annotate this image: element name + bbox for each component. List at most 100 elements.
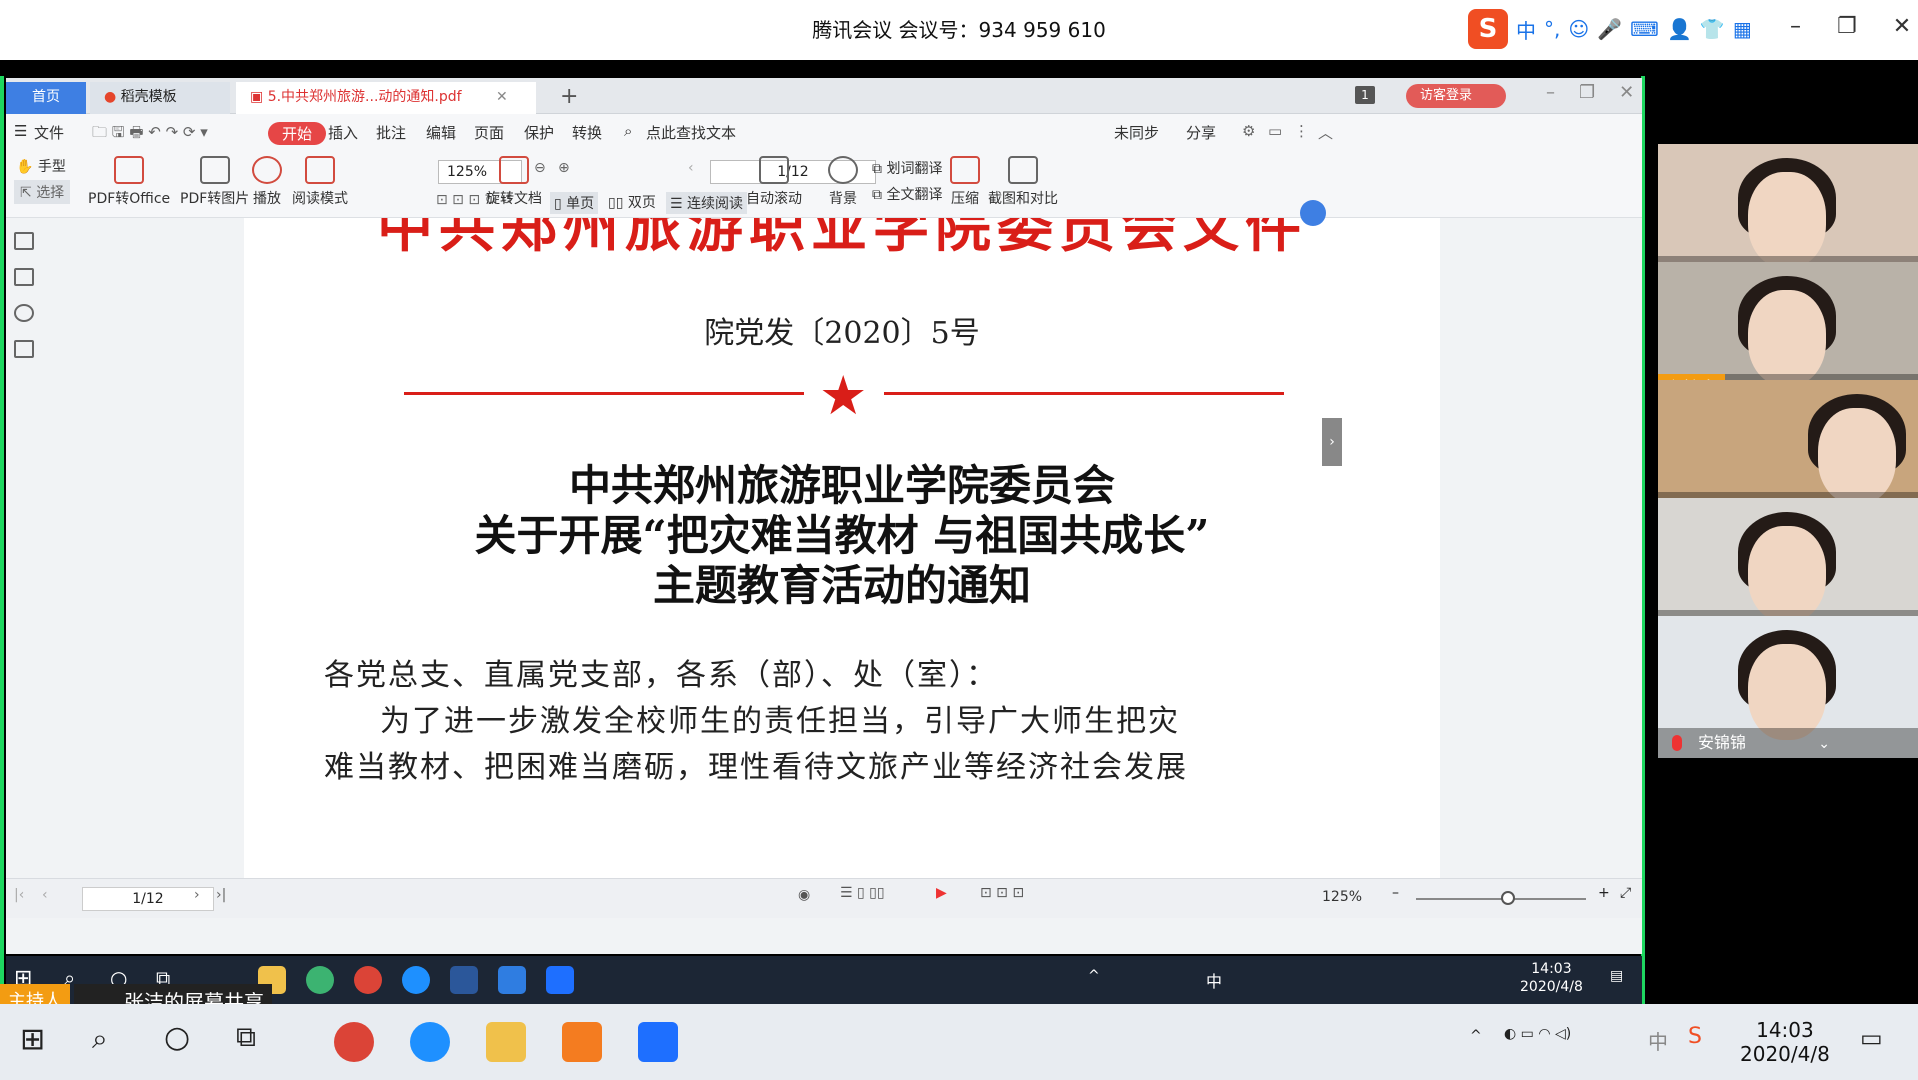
visitor-login-button[interactable]: 访客登录 [1406,84,1507,108]
wps-restore-button[interactable]: ❐ [1579,82,1595,103]
chrome-icon[interactable] [354,966,382,994]
zoom-plus-icon[interactable]: + [1598,885,1610,901]
float-tool-icon[interactable] [1300,200,1326,226]
share-button[interactable]: 分享 [1186,122,1216,143]
signature-icon[interactable] [14,340,34,358]
keyboard-icon[interactable]: ⌨ [1630,17,1659,41]
menu-start[interactable]: 开始 [268,122,327,145]
tray-chevron-icon[interactable]: ^ [1088,968,1100,984]
wps-minimize-button[interactable]: – [1546,82,1555,103]
chevron-down-icon[interactable]: ⌄ [1818,736,1830,752]
full-translate-button[interactable]: ⧉ 全文翻译 [872,184,942,204]
read-mode-button[interactable]: 阅读模式 [292,156,348,208]
menu-page[interactable]: 页面 [474,122,504,143]
task-view-icon[interactable]: ⧉ [236,1020,256,1054]
grid-icon[interactable]: ▦ [1733,17,1752,41]
find-text-button[interactable]: 点此查找文本 [646,122,736,143]
search-icon[interactable]: ⌕ [624,122,632,140]
double-page-button[interactable]: ▯▯ 双页 [608,192,656,212]
remote-clock[interactable]: 14:03 2020/4/8 [1520,960,1583,996]
zoom-minus-icon[interactable]: – [1392,885,1399,901]
tab-docer-templates[interactable]: ● 稻壳模板 [90,82,230,114]
screenshot-compare-button[interactable]: 截图和对比 [988,156,1058,208]
play-icon-red[interactable]: ▶ [936,885,947,901]
select-tool[interactable]: ⇱ 选择 [14,180,71,204]
cortana-icon[interactable]: ○ [164,1020,190,1055]
thumbnail-icon[interactable] [14,268,34,286]
word-translate-button[interactable]: ⧉ 划词翻译 [872,158,942,178]
tray-chevron-icon[interactable]: ^ [1470,1028,1482,1044]
tencent-meeting-icon[interactable] [546,966,574,994]
prev-page-icon[interactable]: ‹ [688,160,694,176]
browser-icon[interactable] [306,966,334,994]
zoom-slider-knob[interactable] [1501,891,1515,905]
first-page-icon[interactable]: |‹ [14,887,24,903]
continuous-read-button[interactable]: ☰ 连续阅读 [666,192,748,214]
ie-icon[interactable] [410,1022,450,1062]
notification-icon[interactable]: ▤ [1610,968,1623,984]
smile-icon[interactable]: ☺ [1568,17,1589,41]
menu-edit[interactable]: 编辑 [426,122,456,143]
pdf-to-image-button[interactable]: PDF转图片 [180,156,249,208]
tab-close-icon[interactable]: ✕ [496,89,508,105]
annotation-icon[interactable] [14,304,34,322]
prev-page-button[interactable]: ‹ [42,887,48,903]
tray-lang[interactable]: 中 [1648,1026,1668,1055]
more-icon[interactable]: ⋮ [1294,122,1309,140]
restore-button[interactable]: ❐ [1837,14,1857,39]
hand-tool[interactable]: ✋ 手型 [16,156,66,176]
tab-home[interactable]: 首页 [6,82,86,114]
sogou-logo-icon[interactable]: S [1468,9,1508,49]
fullscreen-icon[interactable]: ⤢ [1620,885,1631,901]
participant-tile[interactable]: 安锦锦 ⌄ [1658,616,1918,758]
file-explorer-icon[interactable] [486,1022,526,1062]
status-zoom[interactable]: 125% [1322,889,1362,905]
close-button[interactable]: ✕ [1893,14,1911,39]
windows-start-icon[interactable]: ⊞ [20,1022,45,1057]
sync-status[interactable]: 未同步 [1114,122,1159,143]
auto-scroll-button[interactable]: 自动滚动 [746,156,802,208]
wps-writer-icon[interactable] [498,966,526,994]
system-clock[interactable]: 14:03 2020/4/8 [1740,1018,1830,1066]
user-icon[interactable]: 👤 [1667,17,1692,41]
last-page-icon[interactable]: ›| [216,887,226,903]
comment-icon[interactable]: ▭ [1268,122,1282,140]
fit-icons[interactable]: ⊡ ⊡ ⊡ [980,885,1024,901]
action-center-icon[interactable]: ▭ [1860,1024,1883,1052]
shirt-icon[interactable]: 👕 [1700,17,1725,41]
expand-panel-icon[interactable]: › [1322,418,1342,466]
tab-pdf-document[interactable]: ▣ 5.中共郑州旅游...动的通知.pdf ✕ [236,82,536,114]
zoom-in-icon[interactable]: ⊕ [558,160,570,176]
window-count-badge[interactable]: 1 [1355,86,1375,104]
outline-icon[interactable] [14,232,34,250]
next-page-button[interactable]: › [194,887,200,903]
wps-close-button[interactable]: ✕ [1619,82,1634,103]
tray-icons[interactable]: ◐ ▭ ◠ ◁) [1504,1026,1571,1042]
search-icon[interactable]: ⌕ [92,1022,108,1056]
mic-icon[interactable]: 🎤 [1597,17,1622,41]
menu-insert[interactable]: 插入 [328,122,358,143]
edge-icon[interactable] [402,966,430,994]
single-page-button[interactable]: ▯ 单页 [550,192,599,214]
wps-pdf-icon[interactable] [562,1022,602,1062]
menu-icon[interactable]: ☰ [14,122,27,140]
menu-convert[interactable]: 转换 [572,122,602,143]
ime-toolbar[interactable]: S 中 °, ☺ 🎤 ⌨ 👤 👕 ▦ [1468,8,1752,50]
collapse-ribbon-icon[interactable]: ︿ [1318,122,1333,143]
tencent-meeting-icon[interactable] [638,1022,678,1062]
settings-icon[interactable]: ⚙ [1242,122,1255,140]
new-tab-button[interactable]: + [546,82,592,114]
menu-protect[interactable]: 保护 [524,122,554,143]
quick-access-icons[interactable]: 🗀 🖫 🖶 ↶ ↷ ⟳ ▾ [92,122,208,147]
play-button[interactable]: 播放 [252,156,282,208]
chrome-icon[interactable] [334,1022,374,1062]
background-button[interactable]: 背景 [828,156,858,208]
pdf-to-office-button[interactable]: PDF转Office [88,156,170,208]
remote-tray-lang[interactable]: 中 [1206,968,1222,992]
compress-button[interactable]: 压缩 [950,156,980,208]
ime-lang-indicator[interactable]: 中 [1516,15,1536,44]
word-icon[interactable] [450,966,478,994]
menu-comment[interactable]: 批注 [376,122,406,143]
ime-punct-icon[interactable]: °, [1544,17,1560,41]
view-mode-icons[interactable]: ☰ ▯ ▯▯ [840,885,885,901]
